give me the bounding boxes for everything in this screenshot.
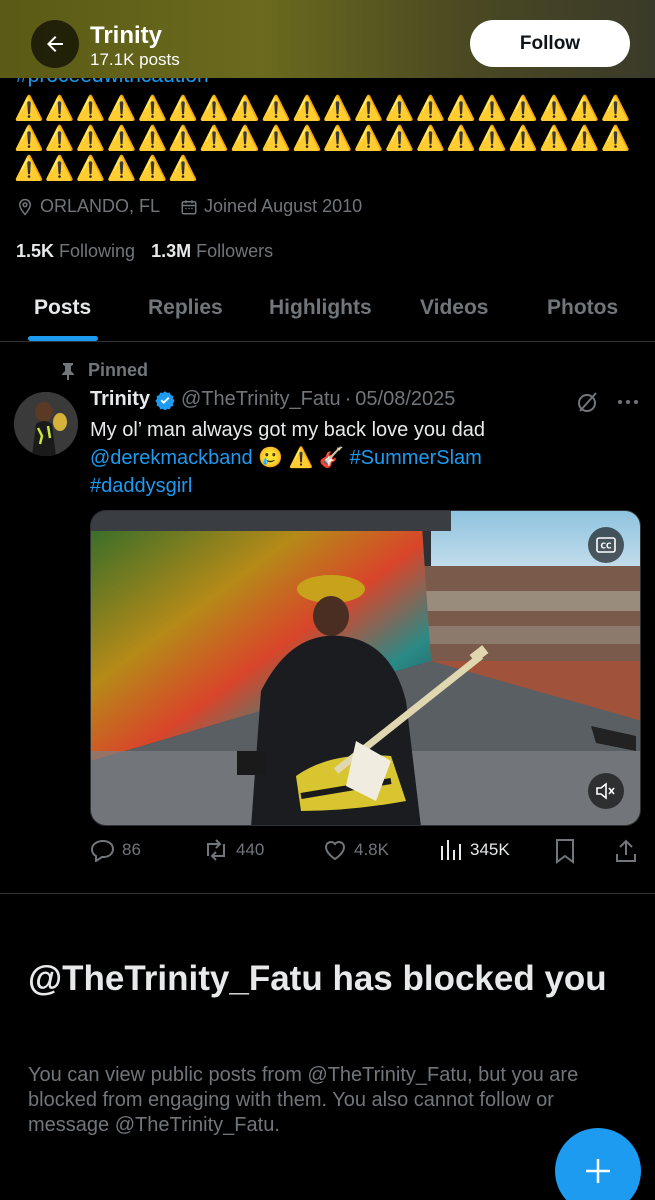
views-button[interactable]: 345K: [438, 838, 510, 862]
tab-replies[interactable]: Replies: [148, 296, 223, 320]
profile-header: Trinity 17.1K posts Follow: [0, 0, 655, 78]
post-actions: 86 440 4.8K 345K: [90, 838, 640, 866]
following-count: 1.5K: [16, 241, 55, 261]
follow-stats: 1.5K Following 1.3M Followers: [16, 241, 289, 262]
header-post-count: 17.1K posts: [90, 50, 180, 69]
repost-icon: [207, 839, 225, 861]
tab-highlights[interactable]: Highlights: [269, 296, 372, 320]
post-text: My ol’ man always got my back love you d…: [90, 416, 635, 500]
pin-icon: [62, 362, 74, 380]
date-separator: ·: [344, 388, 352, 410]
bio-warning-row: ⚠️⚠️⚠️⚠️⚠️⚠️⚠️⚠️⚠️⚠️⚠️⚠️⚠️⚠️⚠️⚠️⚠️⚠️⚠️⚠️: [14, 125, 632, 152]
back-button[interactable]: [31, 20, 79, 68]
following-label: Following: [59, 241, 136, 261]
share-button[interactable]: [614, 838, 644, 864]
unmute-button[interactable]: [588, 773, 624, 809]
follow-button[interactable]: Follow: [470, 20, 630, 67]
calendar-icon: [181, 199, 197, 214]
reply-icon: [90, 839, 115, 862]
tab-posts[interactable]: Posts: [34, 296, 91, 320]
joined-text: Joined August 2010: [204, 196, 363, 216]
verified-badge-icon: [155, 390, 175, 410]
joined-item: Joined August 2010: [180, 196, 362, 217]
post-text-body: My ol’ man always got my back love you d…: [90, 419, 485, 441]
like-count: 4.8K: [354, 840, 389, 859]
bio-warning-row: ⚠️⚠️⚠️⚠️⚠️⚠️: [14, 155, 200, 182]
video-frame: [91, 511, 640, 825]
heart-icon: [324, 841, 346, 861]
grok-icon[interactable]: [576, 390, 600, 414]
pinned-text: Pinned: [88, 360, 149, 380]
reply-button[interactable]: 86: [90, 838, 141, 862]
reply-count: 86: [122, 840, 141, 859]
divider: [0, 893, 655, 894]
arrow-left-icon: [47, 36, 63, 52]
followers-count: 1.3M: [151, 241, 192, 261]
like-button[interactable]: 4.8K: [322, 838, 389, 862]
post-handle[interactable]: @TheTrinity_Fatu: [181, 388, 341, 411]
captions-button[interactable]: CC: [588, 527, 624, 563]
post-header: Trinity @TheTrinity_Fatu · 05/08/2025: [90, 388, 455, 411]
post-header-actions: [576, 390, 642, 414]
active-tab-indicator: [28, 336, 98, 341]
post-author-name[interactable]: Trinity: [90, 388, 150, 411]
pinned-label: Pinned: [60, 360, 148, 381]
post-hashtag[interactable]: #daddysgirl: [90, 475, 192, 497]
bookmark-button[interactable]: [554, 838, 582, 864]
header-title: Trinity: [90, 22, 163, 49]
compose-post-button[interactable]: [555, 1128, 641, 1200]
repost-count: 440: [236, 840, 265, 859]
closed-captions-icon: CC: [596, 537, 616, 553]
location-item: ORLANDO, FL: [16, 196, 160, 217]
post-date[interactable]: 05/08/2025: [355, 388, 455, 411]
avatar-image: [14, 392, 78, 456]
following-link[interactable]: 1.5K Following: [16, 241, 135, 262]
repost-button[interactable]: 440: [202, 838, 264, 862]
profile-meta: ORLANDO, FL Joined August 2010: [16, 196, 382, 217]
post-mention[interactable]: @derekmackband: [90, 447, 253, 469]
more-options-icon[interactable]: [614, 390, 642, 414]
location-pin-icon: [18, 198, 32, 216]
followers-link[interactable]: 1.3M Followers: [151, 241, 273, 262]
profile-tabs: Posts Replies Highlights Videos Photos: [0, 282, 655, 342]
post-video[interactable]: CC: [90, 510, 641, 826]
followers-label: Followers: [196, 241, 274, 261]
tab-videos[interactable]: Videos: [420, 296, 488, 320]
post-hashtag[interactable]: #SummerSlam: [350, 447, 482, 469]
svg-text:CC: CC: [600, 542, 612, 551]
avatar[interactable]: [14, 392, 78, 456]
blocked-description: You can view public posts from @TheTrini…: [28, 1064, 579, 1136]
analytics-bar-icon: [441, 840, 461, 860]
bio-warning-row: ⚠️⚠️⚠️⚠️⚠️⚠️⚠️⚠️⚠️⚠️⚠️⚠️⚠️⚠️⚠️⚠️⚠️⚠️⚠️⚠️: [14, 95, 632, 122]
post-emojis: 🥲 ⚠️ 🎸: [258, 447, 344, 469]
location-text: ORLANDO, FL: [40, 196, 161, 216]
muted-speaker-icon: [596, 782, 615, 800]
blocked-title: @TheTrinity_Fatu has blocked you: [28, 959, 607, 998]
tab-photos[interactable]: Photos: [547, 296, 618, 320]
plus-icon: [586, 1159, 610, 1183]
share-icon: [616, 839, 636, 862]
bookmark-icon: [556, 839, 574, 864]
view-count: 345K: [470, 840, 510, 859]
